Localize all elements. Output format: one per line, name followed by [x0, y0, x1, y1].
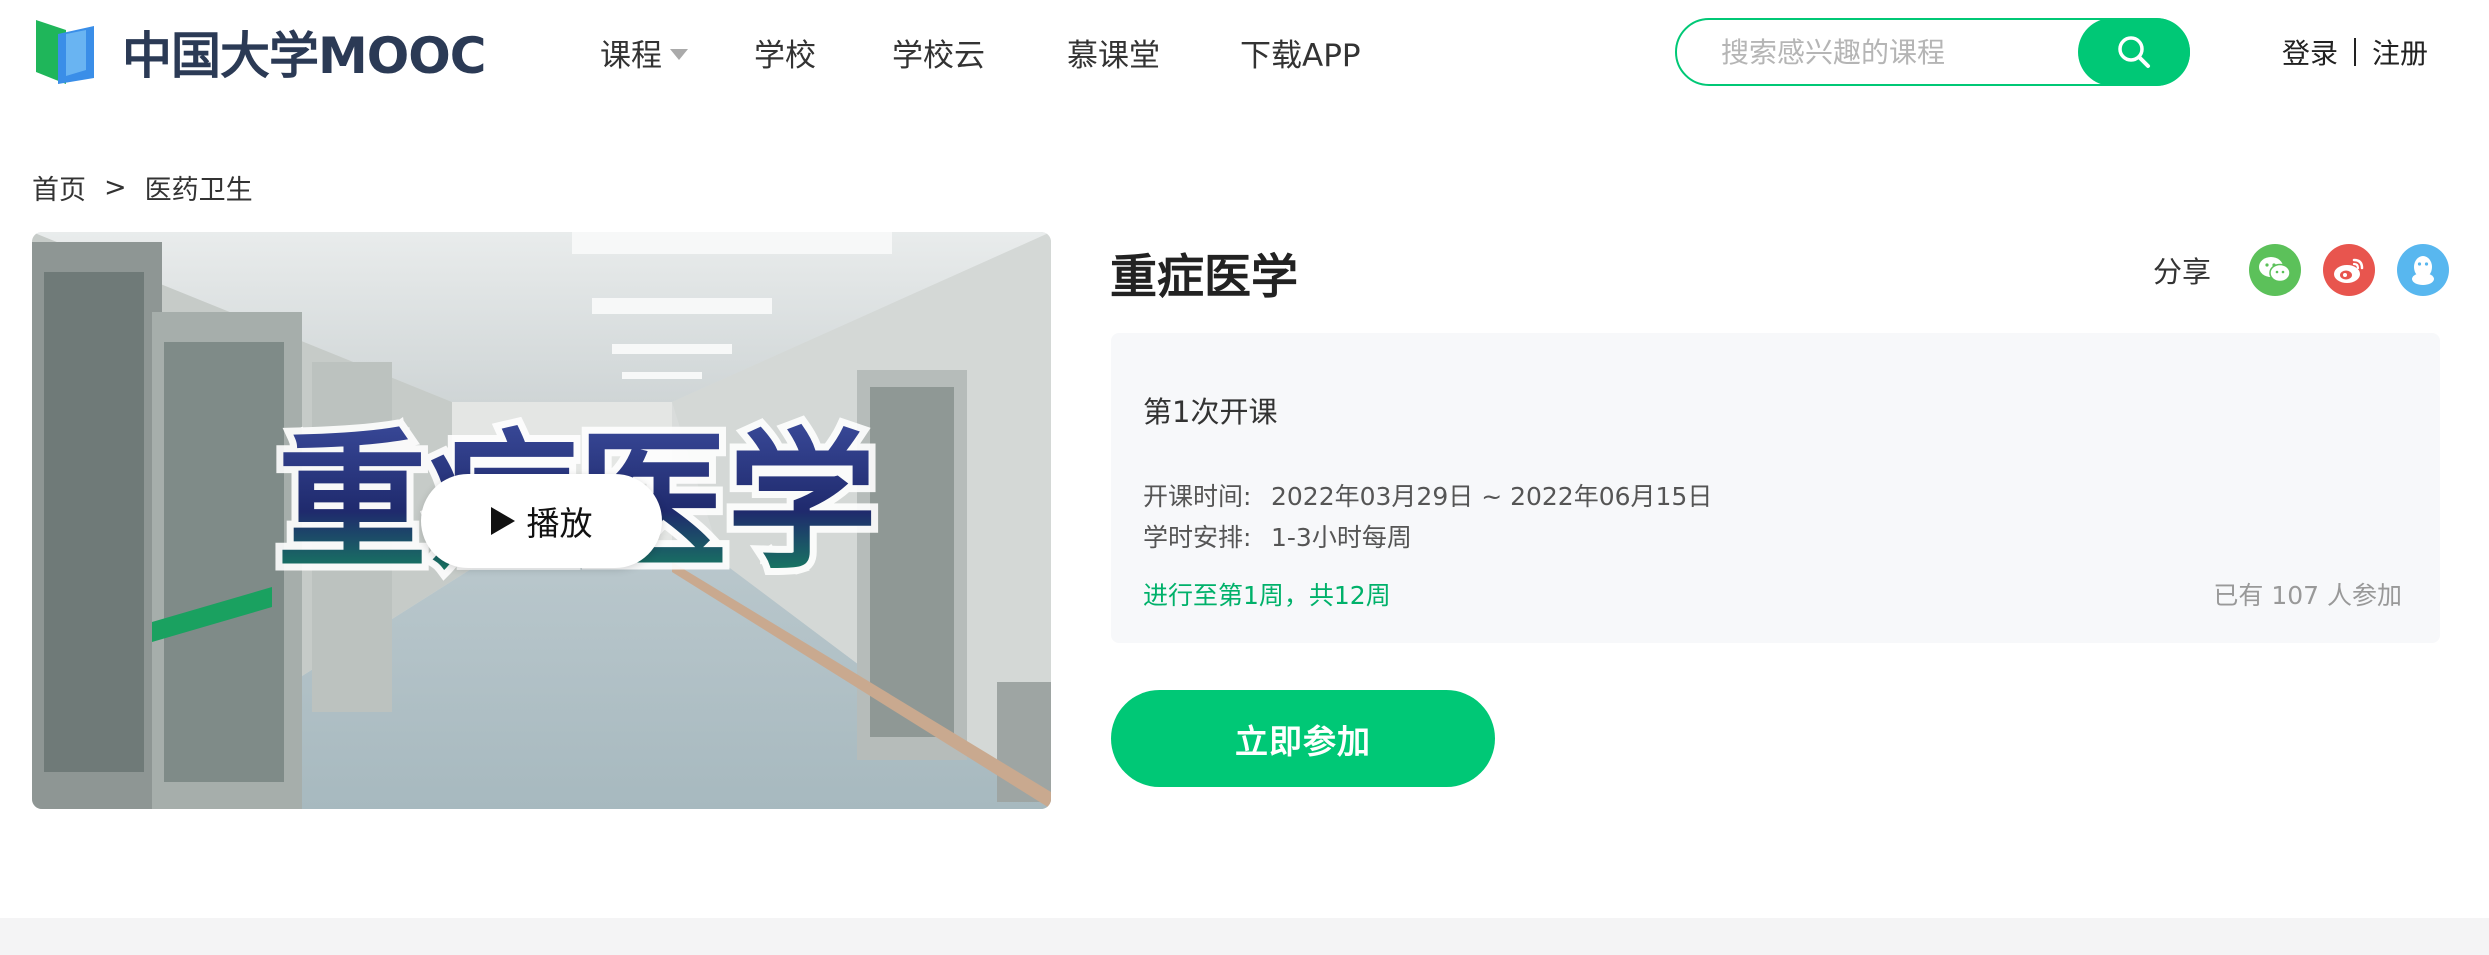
course-title: 重症医学: [1110, 250, 1298, 305]
search-input[interactable]: [1721, 30, 2051, 74]
course-info-box: 第1次开课 开课时间: 2022年03月29日 ~ 2022年06月15日 学时…: [1111, 333, 2440, 643]
wechat-icon[interactable]: [2249, 244, 2302, 296]
search-icon: [2118, 36, 2150, 68]
course-progress: 进行至第1周，共12周: [1143, 581, 1391, 610]
nav-item-mooc-class[interactable]: 慕课堂: [1067, 28, 1160, 76]
enrolled-count: 已有 107 人参加: [2213, 581, 2402, 610]
hours-row: 学时安排: 1-3小时每周: [1143, 518, 1412, 554]
nav-item-label: 下载APP: [1240, 37, 1361, 74]
site-logo[interactable]: 中国大学MOOC: [36, 20, 486, 85]
join-course-label: 立即参加: [1235, 721, 1371, 761]
breadcrumb-home[interactable]: 首页: [32, 168, 86, 207]
breadcrumb-separator: >: [104, 172, 127, 203]
nav-item-courses[interactable]: 课程: [600, 28, 688, 76]
login-link[interactable]: 登录: [2282, 32, 2338, 72]
nav-item-label: 慕课堂: [1067, 37, 1160, 74]
page-divider-band: [0, 918, 2489, 955]
nav-item-school-cloud[interactable]: 学校云: [892, 28, 985, 76]
weibo-icon[interactable]: [2323, 244, 2376, 296]
play-label: 播放: [526, 504, 593, 543]
nav-item-schools[interactable]: 学校: [754, 28, 816, 76]
join-course-button[interactable]: 立即参加: [1111, 690, 1495, 787]
share-bar: 分享: [2153, 244, 2450, 296]
register-link[interactable]: 注册: [2372, 32, 2428, 72]
logo-text: 中国大学MOOC: [122, 27, 486, 85]
start-time-row: 开课时间: 2022年03月29日 ~ 2022年06月15日: [1143, 477, 1712, 513]
caret-down-icon: [670, 48, 688, 60]
search-box: [1675, 18, 2190, 86]
start-time-label: 开课时间:: [1143, 482, 1252, 511]
share-label: 分享: [2153, 255, 2212, 289]
search-button[interactable]: [2078, 18, 2190, 86]
breadcrumb-category[interactable]: 医药卫生: [145, 168, 253, 207]
breadcrumb: 首页 > 医药卫生: [32, 168, 253, 207]
hours-label: 学时安排:: [1143, 523, 1252, 552]
nav-item-download-app[interactable]: 下载APP: [1240, 28, 1361, 76]
auth-divider: [2354, 38, 2357, 66]
play-icon: [490, 507, 515, 535]
play-button[interactable]: 播放: [421, 474, 662, 568]
start-time-value: 2022年03月29日 ~ 2022年06月15日: [1271, 482, 1713, 511]
qq-icon[interactable]: [2397, 244, 2450, 296]
hours-value: 1-3小时每周: [1271, 523, 1412, 552]
logo-icon: [36, 20, 116, 84]
nav-item-label: 学校: [754, 37, 816, 74]
term-label: 第1次开课: [1143, 395, 1278, 429]
nav-item-label: 课程: [600, 37, 662, 74]
nav-item-label: 学校云: [892, 37, 985, 74]
auth-links: 登录 注册: [2282, 30, 2428, 74]
top-header: 中国大学MOOC 课程 学校 学校云 慕课堂 下载APP 登录: [0, 0, 2489, 100]
course-cover[interactable]: 重症医学 重症医学 播放: [32, 232, 1051, 809]
